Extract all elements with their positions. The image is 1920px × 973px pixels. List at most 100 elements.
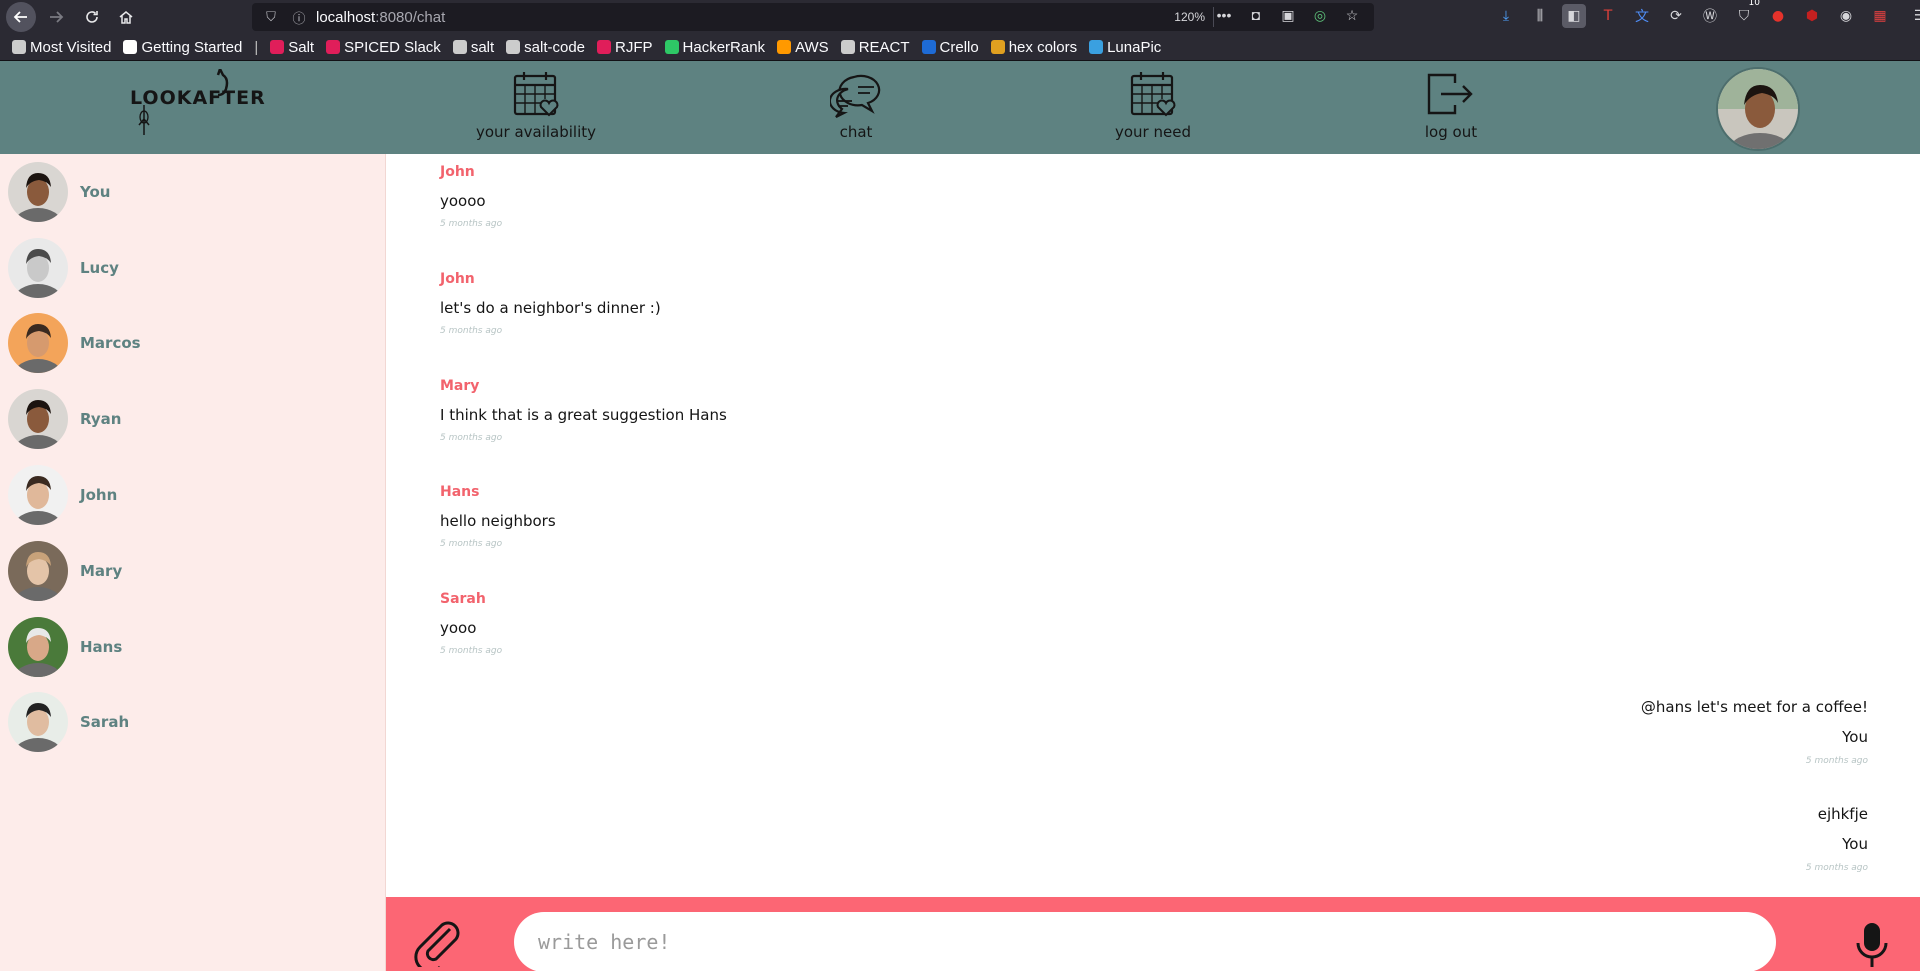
nav-your-availability[interactable]: your availability [466,69,606,149]
wappalyzer-icon[interactable]: Ⓦ [1698,4,1722,28]
nav-your-need[interactable]: your need [1083,69,1223,149]
contact-avatar[interactable] [8,617,68,677]
bookmark-separator: | [254,38,259,56]
bookmark-item[interactable]: LunaPic [1089,39,1161,56]
message-author[interactable]: John [440,271,661,287]
contact-item[interactable]: Marcos [8,311,368,375]
app-header: LOOKAFTER your availability chat your ne… [0,61,1920,154]
bookmark-item[interactable]: Salt [270,39,314,56]
contact-avatar[interactable] [8,541,68,601]
more-actions-icon[interactable]: ••• [1214,7,1234,24]
contact-avatar[interactable] [8,238,68,298]
sidebar-toggle-icon[interactable]: ◧ [1562,4,1586,28]
contacts-sidebar: You Lucy Marcos Ryan John Mary Hans Sarah [0,154,386,971]
arrow-left-icon [13,11,27,23]
library-icon[interactable]: ⫼ [1528,4,1552,28]
message-time: 5 months ago [440,646,503,656]
bookmark-item[interactable]: salt [452,39,494,56]
bookmark-label: RJFP [615,38,653,56]
bookmark-label: hex colors [1008,38,1078,56]
back-button[interactable] [6,2,36,32]
gift-icon[interactable]: ▦ [1868,4,1892,28]
contact-item[interactable]: Lucy [8,236,368,300]
contact-name: Hans [80,638,123,656]
message-author[interactable]: Hans [440,484,556,500]
contact-item[interactable]: You [8,160,368,224]
contact-item[interactable]: Sarah [8,690,368,754]
bookmark-label: Salt [288,38,315,56]
contact-avatar[interactable] [8,465,68,525]
contact-avatar[interactable] [8,389,68,449]
message-author[interactable]: Mary [440,378,727,394]
color-wheel-icon [990,40,1005,54]
message-time: 5 months ago [1805,756,1868,766]
download-icon[interactable]: ⤓ [1494,4,1518,28]
reload-button[interactable] [78,3,106,31]
microphone-button[interactable] [1852,921,1892,969]
tomato-icon[interactable]: ● [1766,4,1790,28]
shield-icon[interactable]: ⛉ [262,9,280,25]
bookmark-item[interactable]: SPICED Slack [326,39,441,56]
bookmark-label: salt-code [524,38,586,56]
menu-icon[interactable]: ☰ [1908,4,1920,28]
bookmark-label: SPICED Slack [344,38,441,56]
url-actions: ••• ◘ ▣ ◎ ☆ [1214,7,1362,24]
app-logo[interactable]: LOOKAFTER [130,69,265,149]
chat-bubbles-icon [830,74,881,118]
nav-chat[interactable]: chat [786,69,926,149]
bookmark-item[interactable]: HackerRank [664,39,765,56]
pocket-icon[interactable]: ◘ [1246,7,1266,24]
microphone-icon [1856,923,1888,967]
container-icon[interactable]: ▣ [1278,7,1298,24]
message-time: 5 months ago [1805,863,1868,873]
contact-name: Mary [80,562,123,580]
chat-message: John yoooo 5 months ago [440,164,502,229]
message-author[interactable]: John [440,164,502,180]
message-author: You [1842,835,1868,853]
profile-avatar[interactable] [1716,67,1800,151]
extension-icons: ⤓ ⫼ ◧ T 文 ⟳ Ⓦ ⛉10 ● ⬢ ◉ ▦ ☰ [1494,0,1920,28]
home-button[interactable] [112,3,140,31]
bookmark-item[interactable]: AWS [777,39,829,56]
extension-badge-count: 10 [1748,0,1760,8]
contact-item[interactable]: Mary [8,539,368,603]
bookmark-label: Crello [939,38,979,56]
message-input[interactable] [514,912,1776,972]
google-translate-icon[interactable]: 文 [1630,4,1654,28]
sync-icon[interactable]: ⟳ [1664,4,1688,28]
slack-icon [270,40,285,54]
bookmark-item[interactable]: hex colors [990,38,1078,56]
bookmark-item[interactable]: Getting Started [123,39,242,56]
contact-item[interactable]: John [8,463,368,527]
contact-item[interactable]: Ryan [8,387,368,451]
contact-item[interactable]: Hans [8,615,368,679]
slack-icon [326,40,341,54]
chat-panel: John yoooo 5 months ago John let's do a neig… [386,154,1920,897]
contact-avatar[interactable] [8,313,68,373]
message-author[interactable]: Sarah [440,591,502,607]
bookmark-star-icon[interactable]: ☆ [1342,7,1362,24]
forward-button[interactable] [42,3,70,31]
contact-avatar[interactable] [8,162,68,222]
url-bar[interactable]: ⛉ ⓘ localhost:8080/chat 120% ••• ◘ ▣ ◎ ☆ [252,3,1374,31]
message-time: 5 months ago [440,219,503,229]
github-icon [506,40,521,54]
translate-t-icon[interactable]: T [1596,4,1620,28]
extension-ring-icon[interactable]: ◎ [1310,7,1330,24]
bookmark-item[interactable]: salt-code [506,39,585,56]
bookmark-item[interactable]: Crello [921,38,979,56]
contact-avatar[interactable] [8,692,68,752]
info-icon[interactable]: ⓘ [290,8,308,27]
pocket-badge-icon[interactable]: ⛉ 10 [1732,0,1760,28]
logo-text: LOOKAFTER [130,87,266,109]
account-icon[interactable]: ◉ [1834,4,1858,28]
arrow-right-icon [50,11,64,23]
bookmark-item[interactable]: Most Visited [12,39,111,56]
attach-button[interactable] [412,915,462,973]
nav-log-out[interactable]: log out [1381,69,1521,149]
bookmark-item[interactable]: RJFP [597,39,653,56]
message-time: 5 months ago [440,326,503,336]
zoom-level[interactable]: 120% [1166,7,1214,27]
bookmark-item[interactable]: REACT [840,39,910,56]
ublock-icon[interactable]: ⬢ [1800,4,1824,28]
